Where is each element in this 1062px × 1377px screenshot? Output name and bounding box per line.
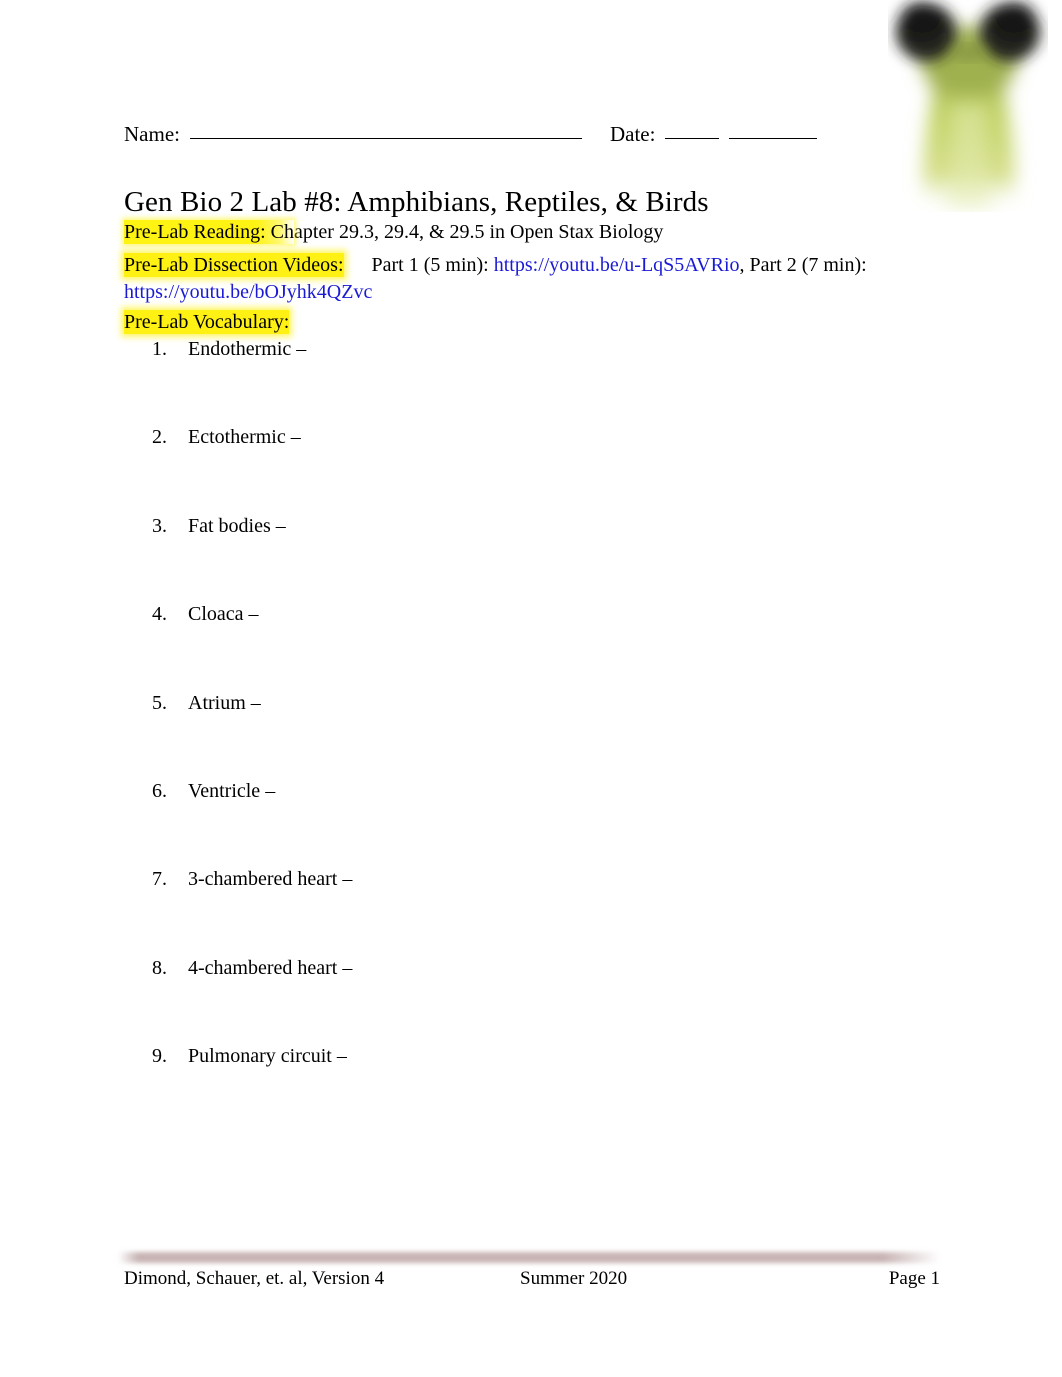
frog-illustration (896, 2, 1040, 210)
list-item-number: 9. (152, 1045, 167, 1068)
list-item: 3. Fat bodies – (124, 515, 940, 603)
list-item-number: 2. (152, 426, 167, 449)
footer-authors: Dimond, Schauer, et. al, Version 4 (124, 1268, 385, 1289)
date-blank-2[interactable] (729, 138, 818, 139)
list-item-term: 4-chambered heart – (188, 956, 353, 979)
name-label: Name: (124, 122, 180, 146)
frog-photo (888, 0, 1048, 212)
video-part2-link[interactable]: https://youtu.be/bOJyhk4QZvc (124, 281, 372, 303)
list-item: 5. Atrium – (124, 692, 940, 780)
list-item-number: 1. (152, 338, 167, 360)
vocabulary-list: 1. Endothermic – 2. Ectothermic – 3. Fat bo… (124, 338, 940, 1134)
list-item-number: 8. (152, 956, 167, 979)
prelab-videos-line: Pre-Lab Dissection Videos: Part 1 (5 min)… (124, 252, 940, 306)
video-part1-link[interactable]: https://youtu.be/u-LqS5AVRio (494, 254, 740, 276)
list-item-term: Ventricle – (188, 779, 276, 802)
name-date-row: Name: Date: (124, 121, 940, 147)
footer-term: Summer 2020 (520, 1268, 628, 1289)
prelab-reading-rest: apter 29.3, 29.4, & 29.5 in Open Stax Bi… (293, 221, 664, 243)
page-title: Gen Bio 2 Lab #8: Amphibians, Reptiles, … (124, 186, 709, 219)
date-blank-1[interactable] (665, 138, 720, 139)
list-item-number: 6. (152, 779, 167, 802)
date-label: Date: (609, 122, 656, 146)
list-item: 9. Pulmonary circuit – (124, 1045, 940, 1133)
list-item: 7. 3-chambered heart – (124, 868, 940, 956)
prelab-vocabulary-line: Pre-Lab Vocabulary: (124, 309, 940, 336)
list-item-number: 7. (152, 868, 167, 891)
list-item-term: Fat bodies – (188, 514, 286, 537)
list-item-term: 3-chambered heart – (188, 868, 353, 891)
video-separator: , (739, 254, 750, 276)
document-page: Name: Date: Gen Bio 2 Lab #8: Amphibians,… (0, 0, 1062, 1377)
footer-divider (118, 1252, 940, 1263)
list-item-term: Ectothermic – (188, 426, 301, 449)
list-item: 4. Cloaca – (124, 603, 940, 691)
list-item-term: Pulmonary circuit – (188, 1045, 347, 1068)
list-item: 1. Endothermic – (124, 338, 940, 426)
list-item-number: 3. (152, 514, 167, 537)
video-part1-label: Part 1 (5 min): (371, 254, 489, 276)
list-item: 8. 4-chambered heart – (124, 957, 940, 1045)
list-item-term: Endothermic – (188, 338, 307, 360)
prelab-section: Pre-Lab Reading: Chapter 29.3, 29.4, & 2… (124, 219, 940, 342)
prelab-reading-line: Pre-Lab Reading: Chapter 29.3, 29.4, & 2… (124, 219, 940, 246)
footer-page-number: Page 1 (888, 1268, 940, 1289)
prelab-videos-label: Pre-Lab Dissection Videos: (124, 253, 344, 277)
video-part2-label: Part 2 (7 min): (749, 254, 867, 276)
list-item-number: 4. (152, 603, 167, 626)
prelab-vocabulary-label: Pre-Lab Vocabulary: (124, 310, 290, 334)
prelab-reading-label: Pre-Lab Reading: Ch (124, 220, 294, 244)
list-item: 2. Ectothermic – (124, 426, 940, 514)
list-item-number: 5. (152, 691, 167, 714)
list-item-term: Atrium – (188, 691, 261, 714)
name-blank[interactable] (189, 138, 582, 139)
list-item: 6. Ventricle – (124, 780, 940, 868)
list-item-term: Cloaca – (188, 603, 259, 626)
